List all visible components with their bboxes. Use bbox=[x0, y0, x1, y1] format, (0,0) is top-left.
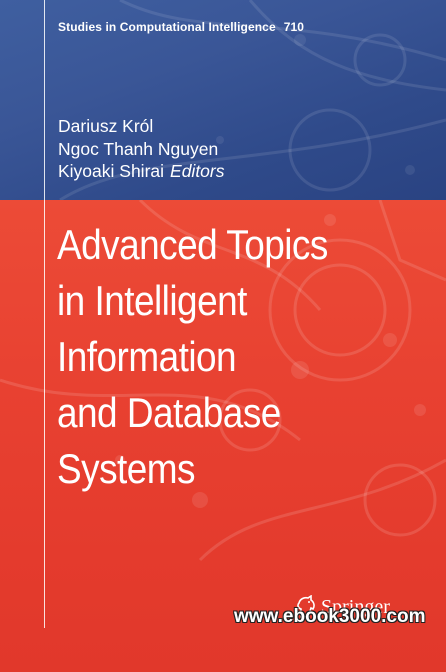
editors-block: Dariusz Król Ngoc Thanh Nguyen Kiyoaki S… bbox=[58, 115, 225, 183]
title-line: Advanced Topics bbox=[57, 221, 328, 268]
series-name: Studies in Computational Intelligence bbox=[58, 20, 276, 34]
editor-name: Ngoc Thanh Nguyen bbox=[58, 138, 219, 159]
editor-name: Dariusz Król bbox=[58, 116, 154, 136]
book-cover: Studies in Computational Intelligence 710… bbox=[0, 0, 446, 672]
series-line: Studies in Computational Intelligence 710 bbox=[58, 20, 304, 34]
vertical-rule bbox=[44, 0, 45, 628]
title-line: in Intelligent bbox=[57, 277, 247, 324]
series-number: 710 bbox=[283, 20, 305, 34]
watermark: www.ebook3000.com bbox=[0, 604, 446, 632]
title-line: and Database bbox=[57, 389, 281, 436]
title-line: Information bbox=[57, 333, 237, 380]
editor-name: Kiyoaki Shirai bbox=[58, 161, 165, 181]
book-title: Advanced Topics in Intelligent Informati… bbox=[57, 217, 365, 497]
editors-role: Editors bbox=[170, 161, 225, 181]
watermark-text: www.ebook3000.com bbox=[234, 606, 426, 627]
editor-name-with-role: Kiyoaki Shirai Editors bbox=[58, 160, 225, 183]
title-line: Systems bbox=[57, 445, 196, 492]
